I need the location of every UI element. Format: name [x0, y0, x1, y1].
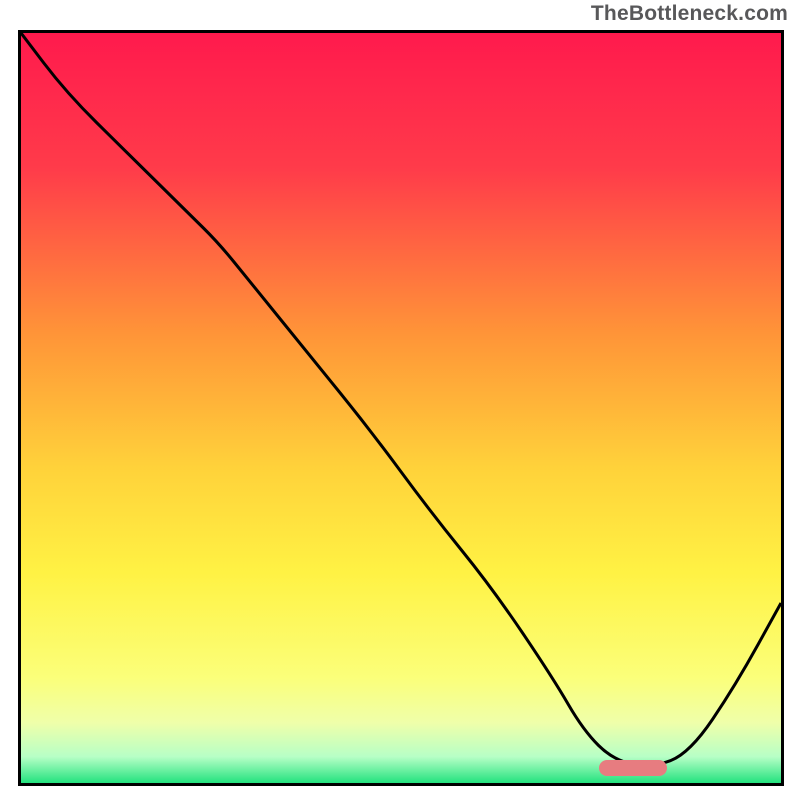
chart-plot-area	[21, 33, 781, 783]
chart-frame	[18, 30, 784, 786]
chart-curve	[21, 33, 781, 783]
watermark-text: TheBottleneck.com	[591, 2, 788, 26]
optimal-range-marker	[599, 760, 667, 776]
